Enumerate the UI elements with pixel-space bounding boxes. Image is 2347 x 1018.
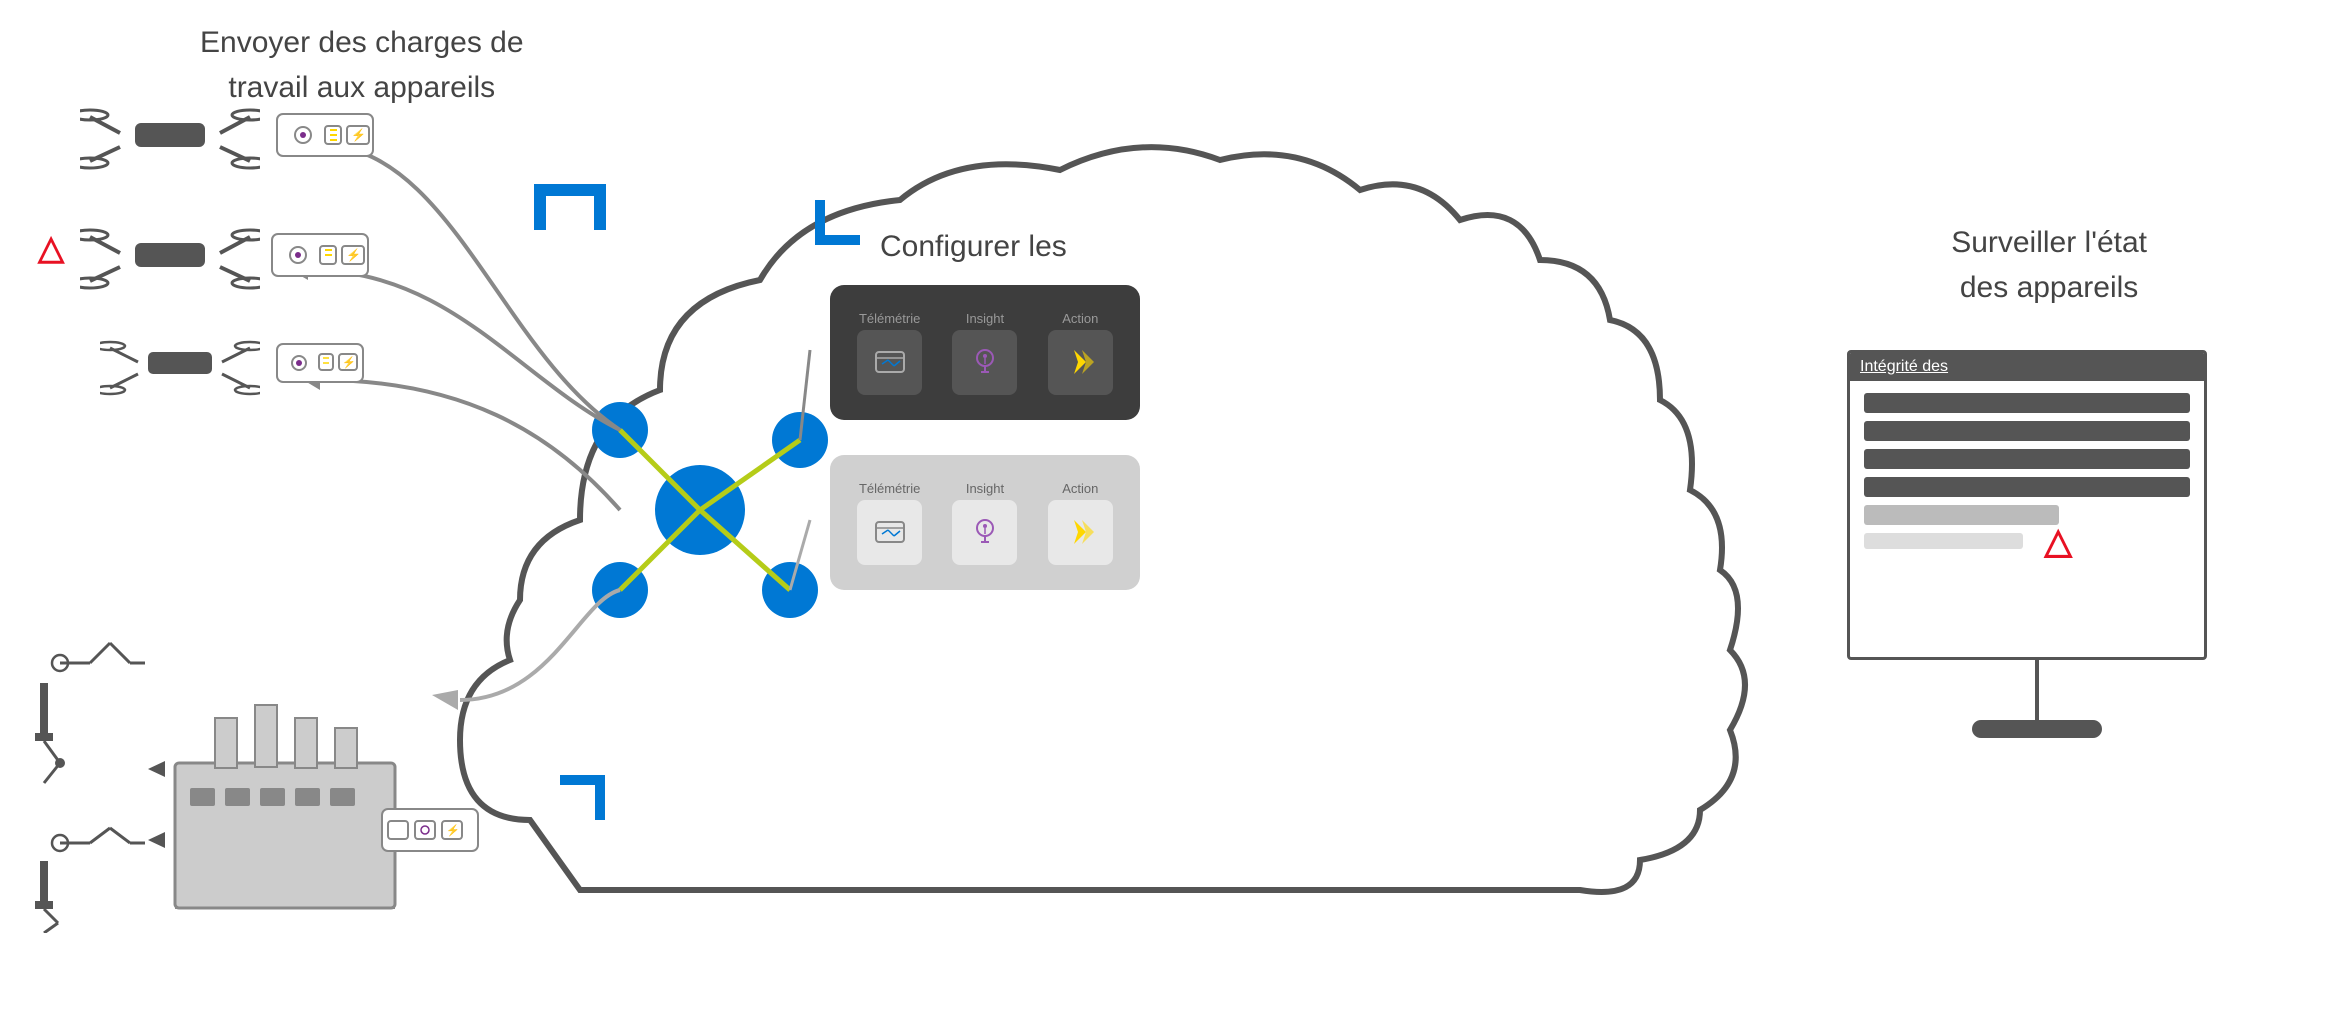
monitor-container: Intégrité des △ bbox=[1847, 350, 2227, 738]
warning-triangle-drone2: △ bbox=[38, 228, 64, 268]
drone-3-module: ⚡ bbox=[275, 342, 365, 389]
insight-label-light: Insight bbox=[966, 481, 1004, 496]
telemetry-cell-light: Télémétrie bbox=[850, 481, 930, 565]
telemetry-icon-light bbox=[857, 500, 922, 565]
configure-label: Configurer les bbox=[880, 230, 1067, 264]
monitor-screen: Intégrité des △ bbox=[1847, 350, 2207, 660]
drone-2 bbox=[80, 215, 260, 300]
insight-label-dark: Insight bbox=[966, 311, 1004, 326]
action-label-light: Action bbox=[1062, 481, 1098, 496]
module-card-dark: Télémétrie Insight bbox=[830, 285, 1140, 420]
monitor-bar-4 bbox=[1864, 477, 2190, 497]
monitor-header: Intégrité des bbox=[1850, 353, 2204, 381]
drone-3 bbox=[100, 330, 260, 405]
insight-cell-light: Insight bbox=[945, 481, 1025, 565]
svg-text:⚡: ⚡ bbox=[351, 128, 366, 142]
factory-module: ⚡ bbox=[380, 807, 480, 858]
insight-cell-dark: Insight bbox=[945, 311, 1025, 395]
action-cell-light: Action bbox=[1040, 481, 1120, 565]
svg-text:⚡: ⚡ bbox=[346, 248, 361, 262]
monitor-base bbox=[1972, 720, 2102, 738]
drone-1 bbox=[80, 95, 260, 180]
monitor-bar-6 bbox=[1864, 533, 2023, 549]
telemetry-icon-dark bbox=[857, 330, 922, 395]
insight-icon-dark bbox=[952, 330, 1017, 395]
action-label-dark: Action bbox=[1062, 311, 1098, 326]
monitor-right-label: Surveiller l'état des appareils bbox=[1951, 220, 2147, 310]
monitor-stand bbox=[2035, 660, 2039, 720]
insight-icon-light bbox=[952, 500, 1017, 565]
svg-text:⚡: ⚡ bbox=[342, 356, 356, 369]
monitor-bar-5 bbox=[1864, 505, 2059, 525]
drone-1-module: ⚡ bbox=[275, 112, 375, 163]
telemetry-cell-dark: Télémétrie bbox=[850, 311, 930, 395]
telemetry-label-dark: Télémétrie bbox=[859, 311, 920, 326]
drone-2-module: ⚡ bbox=[270, 232, 370, 283]
warning-triangle-monitor: △ bbox=[2044, 520, 2072, 562]
main-container: Envoyer des charges de travail aux appar… bbox=[0, 0, 2347, 1018]
telemetry-label-light: Télémétrie bbox=[859, 481, 920, 496]
action-icon-light bbox=[1048, 500, 1113, 565]
factory-section bbox=[30, 633, 470, 938]
monitor-bar-3 bbox=[1864, 449, 2190, 469]
svg-text:⚡: ⚡ bbox=[446, 824, 460, 837]
action-cell-dark: Action bbox=[1040, 311, 1120, 395]
monitor-bar-2 bbox=[1864, 421, 2190, 441]
module-card-light: Télémétrie Insight bbox=[830, 455, 1140, 590]
action-icon-dark bbox=[1048, 330, 1113, 395]
monitor-bar-1 bbox=[1864, 393, 2190, 413]
